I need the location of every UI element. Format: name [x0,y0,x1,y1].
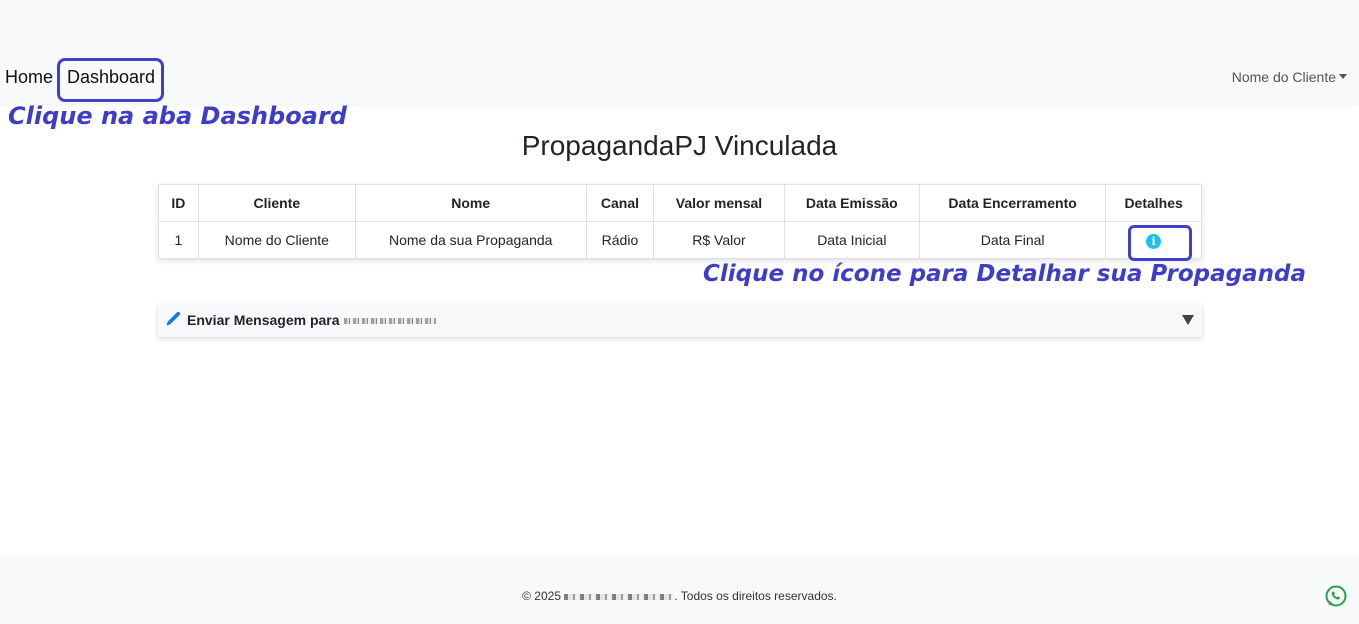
top-navbar: Home Dashboard Nome do Cliente [0,0,1359,103]
dashboard-hint-annotation: Clique na aba Dashboard [8,102,347,130]
table-header-row: ID Cliente Nome Canal Valor mensal Data … [158,184,1202,222]
nav-home-link[interactable]: Home [5,67,53,88]
whatsapp-icon[interactable] [1324,584,1348,608]
redacted-recipient [343,318,436,325]
redacted-company-name [564,593,675,600]
propaganda-table: ID Cliente Nome Canal Valor mensal Data … [158,184,1202,259]
triangle-down-icon[interactable] [1182,315,1194,325]
send-message-panel[interactable]: Enviar Mensagem para [158,303,1202,337]
cell-data-encerramento: Data Final [918,221,1107,259]
info-icon-highlight-box [1128,225,1192,261]
footer: © 2025 . Todos os direitos reservados. [0,556,1359,624]
header-detalhes: Detalhes [1105,184,1202,222]
cell-canal: Rádio [585,221,655,259]
pencil-icon [166,311,181,326]
cell-data-emissao: Data Inicial [783,221,921,259]
icon-hint-annotation: Clique no ícone para Detalhar sua Propag… [703,261,1306,287]
cell-valor: R$ Valor [653,221,785,259]
header-data-emissao: Data Emissão [783,184,921,222]
page-title: PropagandaPJ Vinculada [521,130,838,161]
table-row: 1 Nome do Cliente Nome da sua Propaganda… [158,221,1202,259]
footer-copyright: © 2025 . Todos os direitos reservados. [522,589,837,603]
cell-id: 1 [158,221,199,259]
header-id: ID [158,184,199,222]
header-cliente: Cliente [197,184,356,222]
header-nome: Nome [354,184,587,222]
cell-nome: Nome da sua Propaganda [354,221,587,259]
send-message-label: Enviar Mensagem para [187,312,436,328]
header-data-encerramento: Data Encerramento [918,184,1107,222]
user-menu-dropdown[interactable]: Nome do Cliente [1232,69,1347,85]
user-menu-label: Nome do Cliente [1231,69,1336,85]
cell-cliente: Nome do Cliente [197,221,356,259]
dashboard-highlight-box [57,58,164,102]
caret-down-icon [1339,74,1347,80]
header-valor-mensal: Valor mensal [653,184,785,222]
header-canal: Canal [585,184,655,222]
